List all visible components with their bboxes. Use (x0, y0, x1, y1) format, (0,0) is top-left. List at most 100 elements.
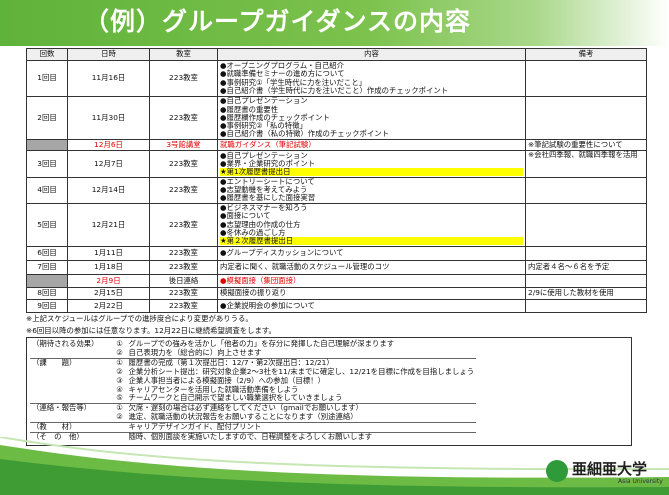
info-text: 自己表現力を（総合的に）向上させます (126, 348, 477, 359)
content-line: ●企業説明会の参加について (220, 300, 315, 310)
col-header-room: 教室 (149, 48, 218, 61)
row-date: 12月7日 (67, 150, 150, 178)
university-name-en: Asia University (618, 478, 663, 485)
row-content: ●企業説明会の参加について (217, 298, 526, 313)
table-row: 1回目 11月16日 223教室 ●オープニングプログラム・自己紹介 ●就職準備… (26, 60, 647, 97)
row-date: 12月21日 (67, 202, 150, 247)
row-note (525, 177, 647, 204)
row-content: ●エントリーシートについて ●志望動機を考えてみよう ●履歴書を基にした面接実習 (217, 177, 526, 204)
table-row: 12月6日 3号館講堂 就職ガイダンス（筆記試験） ※筆記試験の重要性について (26, 139, 647, 151)
col-header-content: 内容 (217, 48, 526, 61)
row-content: ●自己プレゼンテーション ●履歴書の重要性 ●履歴欄作成のチェックポイント ●事… (217, 96, 526, 140)
row-kai (26, 273, 68, 288)
info-num (100, 422, 127, 434)
content-line: ●履歴書を基にした面接実習 (220, 193, 316, 203)
col-header-kai: 回数 (26, 48, 68, 61)
row-room: 223教室 (149, 259, 218, 275)
row-room: 223教室 (149, 202, 218, 247)
row-content: ●オープニングプログラム・自己紹介 ●就職準備セミナーの進め方について ●事例研… (217, 60, 526, 97)
row-room: 223教室 (149, 96, 218, 140)
row-kai: 1回目 (26, 60, 68, 97)
row-note: ※筆記試験の重要性について (525, 139, 647, 151)
table-row: 8回目 2月15日 223教室 模擬面接の振り返り 2/9に使用した教材を使用 (26, 286, 647, 300)
note-line: ※6回目以降の参加には任意なります。12月22日に継続希望調査をします。 (26, 326, 276, 335)
content-line: ●自己紹介書（私の特徴）作成のチェックポイント (220, 129, 390, 139)
col-header-date: 日時 (67, 48, 150, 61)
row-room: 223教室 (149, 60, 218, 97)
col-header-note: 備考 (525, 48, 647, 61)
content-line: ●グループディスカッションについて (220, 248, 344, 257)
schedule-notes: ※上記スケジュールはグループでの進捗度合により変更がありうる。 ※6回目以降の参… (26, 313, 276, 337)
table-row: 2回目 11月30日 223教室 ●自己プレゼンテーション ●履歴書の重要性 ●… (26, 96, 647, 140)
row-content: ●自己プレゼンテーション ●業界・企業研究のポイント ★第1次履歴書提出日 (217, 150, 526, 178)
row-kai: 9回目 (26, 298, 68, 313)
content-line: 模擬面接の振り返り (220, 288, 287, 297)
row-kai (26, 139, 68, 151)
content-line: ●自己紹介書（学生時代に力を注いだこと）作成のチェックポイント (220, 85, 449, 95)
highlight-line: ★第２次履歴書提出日 (220, 236, 523, 246)
university-emblem-icon (546, 460, 568, 482)
row-date: 2月9日 (67, 273, 150, 288)
row-note (525, 202, 647, 247)
info-label: （期待される効果） (32, 339, 99, 348)
row-note (525, 245, 647, 261)
info-label: （課 題） (32, 357, 77, 367)
row-kai: 7回目 (26, 259, 68, 275)
row-kai: 2回目 (26, 96, 68, 140)
info-row: （教 材） キャリアデザインガイド、配付プリント (30, 422, 477, 434)
row-date: 11月30日 (67, 96, 150, 140)
row-room: 223教室 (149, 245, 218, 261)
row-kai: 4回目 (26, 177, 68, 204)
row-note (525, 96, 647, 140)
table-row: 6回目 1月11日 223教室 ●グループディスカッションについて (26, 245, 647, 261)
info-label: （連絡・報告等） (32, 403, 92, 413)
row-note (525, 298, 647, 313)
row-content: ●グループディスカッションについて (217, 245, 526, 261)
row-room: 223教室 (149, 150, 218, 178)
info-table: （期待される効果） ① グループでの強みを活かし「他者の力」を存分に発揮した自己… (30, 339, 477, 442)
university-name: 亜細亜大学 (572, 460, 648, 478)
row-content: ●模擬面接（集団面接） (217, 273, 526, 288)
info-row: ② 自己表現力を（総合的に）向上させます (30, 348, 477, 359)
table-row: 9回目 2月22日 223教室 ●企業説明会の参加について (26, 298, 647, 313)
row-content: 内定者に聞く、就職活動のスケジュール管理のコツ (217, 259, 526, 275)
row-date: 12月6日 (67, 139, 150, 151)
schedule-header-row: 回数 日時 教室 内容 備考 (26, 48, 647, 61)
row-note (525, 273, 647, 288)
row-content: 就職ガイダンス（筆記試験） (217, 139, 526, 151)
row-room: 223教室 (149, 177, 218, 204)
info-num: ② (100, 348, 127, 359)
schedule-table: 回数 日時 教室 内容 備考 1回目 11月16日 223教室 ●オープニングプ… (26, 48, 647, 313)
info-text: キャリアデザインガイド、配付プリント (126, 422, 477, 434)
row-date: 2月15日 (67, 286, 150, 300)
row-date: 1月18日 (67, 259, 150, 275)
row-date: 2月22日 (67, 298, 150, 313)
row-kai: 8回目 (26, 286, 68, 300)
row-room: 後日連絡 (149, 273, 218, 288)
row-room: 3号館講堂 (149, 139, 218, 151)
info-label: （教 材） (30, 422, 101, 434)
info-num: ② (100, 412, 127, 424)
content-line: 内定者に聞く、就職活動のスケジュール管理のコツ (220, 262, 390, 271)
content-line: ●模擬面接（集団面接） (220, 275, 301, 285)
highlight-line: ★第1次履歴書提出日 (220, 167, 523, 177)
row-date: 11月16日 (67, 60, 150, 97)
row-content: 模擬面接の振り返り (217, 286, 526, 300)
page-title: （例）グループガイダンスの内容 (84, 7, 472, 36)
title-banner: （例）グループガイダンスの内容 (0, 0, 669, 46)
table-row: 4回目 12月14日 223教室 ●エントリーシートについて ●志望動機を考えて… (26, 177, 647, 204)
table-row: 7回目 1月18日 223教室 内定者に聞く、就職活動のスケジュール管理のコツ … (26, 259, 647, 275)
row-content: ●ビジネスマナーを知ろう ●面接について ●志望理由の作成の仕方 ●冬休みの過ご… (217, 202, 526, 247)
table-row: 3回目 12月7日 223教室 ●自己プレゼンテーション ●業界・企業研究のポイ… (26, 150, 647, 178)
row-note: 内定者４名～６名を予定 (525, 259, 647, 275)
row-date: 12月14日 (67, 177, 150, 204)
row-room: 223教室 (149, 298, 218, 313)
row-note (525, 60, 647, 97)
university-logo: 亜細亜大学 Asia University (546, 458, 663, 488)
table-row: 2月9日 後日連絡 ●模擬面接（集団面接） (26, 273, 647, 288)
row-room: 223教室 (149, 286, 218, 300)
row-date: 1月11日 (67, 245, 150, 261)
row-note: 2/9に使用した教材を使用 (525, 286, 647, 300)
table-row: 5回目 12月21日 223教室 ●ビジネスマナーを知ろう ●面接について ●志… (26, 202, 647, 247)
row-kai: 6回目 (26, 245, 68, 261)
